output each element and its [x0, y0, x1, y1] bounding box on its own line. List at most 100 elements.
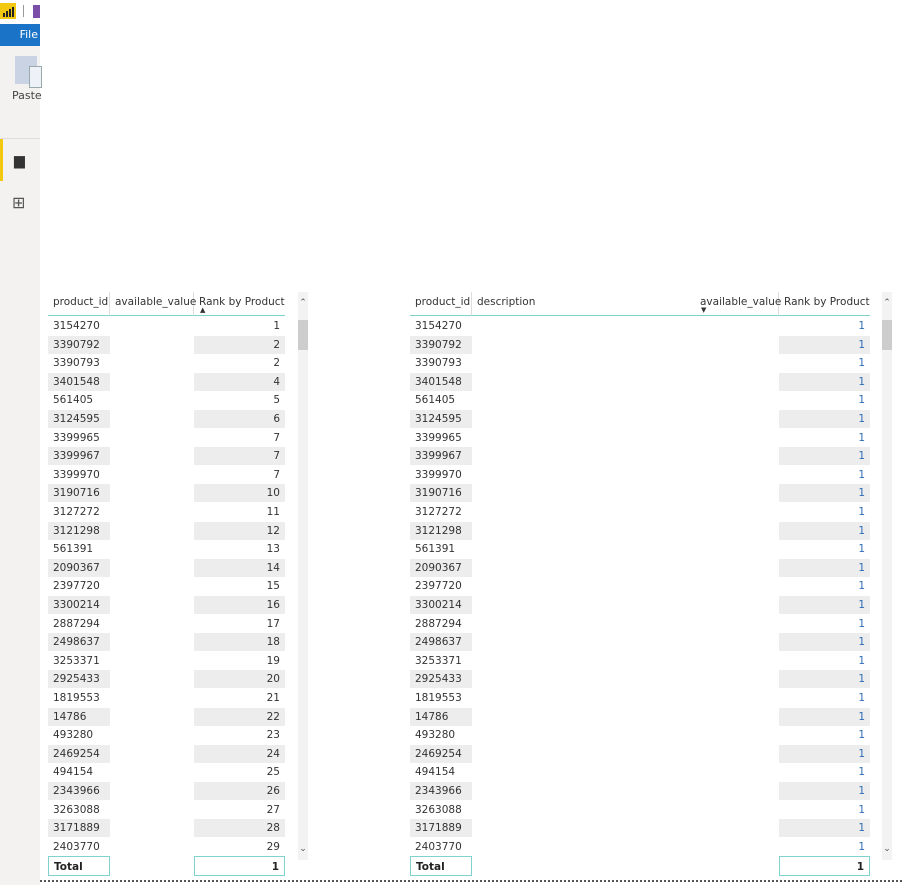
cell-product-id: 561391	[415, 543, 456, 556]
divider	[23, 5, 24, 17]
cell-rank-by-product: 1	[273, 320, 280, 332]
cell-rank-by-product: 14	[194, 558, 285, 577]
cell-product-id: 3390793	[53, 357, 100, 370]
total-value: 1	[779, 856, 870, 876]
cell-rank-by-product: 1	[858, 840, 865, 853]
right-table-scrollbar[interactable]: ⌃ ⌄	[882, 292, 892, 860]
cell-rank-by-product: 1	[858, 766, 865, 779]
cell-product-id: 3300214	[48, 596, 110, 614]
cell-rank-by-product: 7	[194, 447, 285, 466]
cell-rank-by-product: 18	[194, 633, 285, 652]
cell-rank-by-product: 15	[266, 580, 280, 593]
cell-product-id: 494154	[53, 766, 94, 779]
cell-rank-by-product: 1	[779, 335, 870, 354]
cell-rank-by-product: 1	[779, 819, 870, 838]
cell-rank-by-product: 1	[779, 782, 870, 800]
cell-product-id: 2397720	[53, 580, 100, 593]
cell-rank-by-product: 1	[779, 744, 870, 763]
column-header-product-id[interactable]: product_id	[48, 292, 110, 316]
cell-rank-by-product: 1	[779, 447, 870, 466]
cell-product-id: 2925433	[48, 670, 110, 689]
column-header-rank-by-product[interactable]: Rank by Product	[779, 292, 870, 316]
cell-product-id: 3399970	[53, 468, 100, 481]
cell-product-id: 3121298	[48, 521, 110, 540]
cell-product-id: 3263088	[53, 803, 100, 816]
cell-rank-by-product: 24	[194, 744, 285, 763]
left-table-visual[interactable]: product_id available_value Rank by Produ…	[48, 292, 285, 878]
left-table-scrollbar[interactable]: ⌃ ⌄	[298, 292, 308, 860]
cell-rank-by-product: 20	[194, 670, 285, 689]
bar-chart-icon[interactable]: ▆	[14, 153, 25, 169]
scroll-up-icon[interactable]: ⌃	[298, 298, 308, 308]
file-tab[interactable]: File	[0, 24, 40, 46]
model-icon[interactable]: ⊞	[12, 193, 25, 212]
cell-product-id: 493280	[53, 729, 94, 742]
cell-rank-by-product: 1	[858, 729, 865, 742]
cell-product-id: 3171889	[48, 819, 110, 838]
cell-rank-by-product: 28	[194, 819, 285, 838]
save-icon[interactable]	[33, 5, 40, 18]
cell-product-id: 2498637	[48, 633, 110, 652]
cell-rank-by-product: 1	[779, 633, 870, 652]
cell-product-id: 2925433	[410, 670, 472, 689]
cell-rank-by-product: 1	[858, 692, 865, 704]
cell-rank-by-product: 1	[858, 580, 865, 593]
column-header-available-value[interactable]: available_value	[110, 292, 196, 316]
cell-product-id: 3390792	[48, 335, 110, 354]
cell-product-id: 3399967	[410, 447, 472, 466]
cell-rank-by-product: 1	[779, 707, 870, 726]
cell-product-id: 3190716	[410, 484, 472, 503]
column-header-rank-by-product[interactable]: Rank by Product	[194, 292, 285, 316]
cell-rank-by-product: 19	[266, 654, 280, 667]
cell-rank-by-product: 4	[194, 372, 285, 391]
canvas-page-boundary	[40, 880, 902, 882]
cell-product-id: 1819553	[53, 692, 100, 704]
cell-rank-by-product: 1	[779, 558, 870, 577]
cell-product-id: 3127272	[415, 506, 462, 518]
cell-product-id: 3399967	[48, 447, 110, 466]
cell-rank-by-product: 1	[779, 596, 870, 614]
cell-rank-by-product: 1	[858, 506, 865, 518]
cell-product-id: 3154270	[53, 320, 100, 332]
scroll-down-icon[interactable]: ⌄	[298, 844, 308, 854]
cell-product-id: 3399965	[53, 431, 100, 444]
cell-product-id: 3253371	[415, 654, 462, 667]
scroll-down-icon[interactable]: ⌄	[882, 844, 892, 854]
cell-product-id: 2090367	[410, 558, 472, 577]
cell-rank-by-product: 1	[858, 320, 865, 332]
cell-product-id: 1819553	[415, 692, 462, 704]
scroll-thumb[interactable]	[298, 320, 308, 350]
cell-rank-by-product: 1	[779, 484, 870, 503]
cell-product-id: 14786	[410, 707, 472, 726]
column-header-description[interactable]: description	[472, 292, 695, 316]
cell-product-id: 3399970	[415, 468, 462, 481]
cell-rank-by-product: 22	[194, 707, 285, 726]
cell-product-id: 2403770	[53, 840, 100, 853]
cell-product-id: 561405	[415, 394, 456, 407]
right-table-visual[interactable]: product_id description available_value R…	[410, 292, 870, 878]
cell-product-id: 493280	[415, 729, 456, 742]
cell-rank-by-product: 2	[273, 357, 280, 370]
cell-product-id: 494154	[415, 766, 456, 779]
cell-product-id: 3121298	[410, 521, 472, 540]
cell-product-id: 2469254	[48, 744, 110, 763]
cell-product-id: 2343966	[48, 782, 110, 800]
cell-rank-by-product: 6	[194, 410, 285, 428]
paste-doc-icon	[29, 66, 42, 88]
cell-rank-by-product: 1	[858, 431, 865, 444]
scroll-up-icon[interactable]: ⌃	[882, 298, 892, 308]
column-header-available-value[interactable]: available_value	[695, 292, 781, 316]
cell-rank-by-product: 1	[858, 357, 865, 370]
cell-product-id: 3390792	[410, 335, 472, 354]
cell-rank-by-product: 1	[858, 803, 865, 816]
paste-button[interactable]: Paste	[12, 89, 42, 102]
cell-product-id: 2887294	[53, 617, 100, 630]
column-header-product-id[interactable]: product_id	[410, 292, 472, 316]
cell-rank-by-product: 11	[266, 506, 280, 518]
cell-product-id: 3127272	[53, 506, 100, 518]
scroll-thumb[interactable]	[882, 320, 892, 350]
cell-rank-by-product: 27	[266, 803, 280, 816]
cell-rank-by-product: 13	[266, 543, 280, 556]
cell-product-id: 3390793	[415, 357, 462, 370]
cell-product-id: 2343966	[410, 782, 472, 800]
